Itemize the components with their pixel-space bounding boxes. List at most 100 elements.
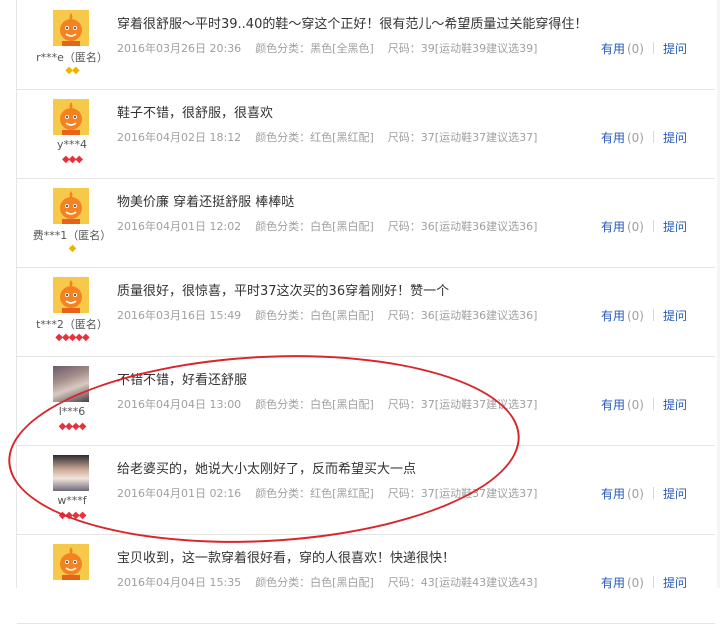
- useful-button[interactable]: 有用: [601, 309, 625, 323]
- avatar-mascot-icon[interactable]: [53, 99, 89, 135]
- reviewer-name: r***e（匿名）: [36, 51, 108, 64]
- divider: [652, 309, 654, 321]
- review-date: 2016年03月26日 20:36: [117, 42, 242, 55]
- gem-icon: ◆: [65, 510, 73, 521]
- reputation-badges: ◆◆: [17, 65, 127, 77]
- gem-icon: ◆: [72, 65, 80, 76]
- ask-question-button[interactable]: 提问: [663, 487, 687, 501]
- review-text: 穿着很舒服～平时39..40的鞋～穿这个正好！很有范儿～希望质量过关能穿得住！: [117, 17, 588, 32]
- gem-icon: ◆: [78, 421, 87, 432]
- gem-icon: ◆: [61, 154, 70, 165]
- review-color-class: 颜色分类：白色[黑白配]: [255, 398, 374, 411]
- divider: [652, 131, 654, 143]
- useful-count: (0): [626, 487, 644, 501]
- review-date: 2016年04月04日 13:00: [117, 398, 242, 411]
- useful-button[interactable]: 有用: [601, 220, 625, 234]
- divider: [652, 220, 654, 232]
- reviewer-info: l***6 ◆◆◆◆: [17, 356, 127, 445]
- divider: [652, 487, 654, 499]
- reviewer-info: r***e（匿名） ◆◆: [17, 0, 127, 89]
- review-row: w***f ◆◆◆◆ 给老婆买的，她说大小太刚好了，反而希望买大一点 2016年04月…: [17, 445, 715, 535]
- review-row: l***6 ◆◆◆◆ 不错不错，好看还舒服 2016年04月04日 13:00 颜色分类…: [17, 356, 715, 446]
- avatar-mascot-icon[interactable]: [53, 277, 89, 313]
- review-text: 给老婆买的，她说大小太刚好了，反而希望买大一点: [117, 462, 417, 477]
- gem-icon: ◆: [78, 510, 87, 521]
- review-actions: 有用 (0) 提问: [601, 396, 687, 413]
- review-meta: 2016年04月02日 18:12 颜色分类：红色[黑红配] 尺码：37[运动鞋37…: [117, 129, 551, 145]
- useful-button[interactable]: 有用: [601, 487, 625, 501]
- review-text: 质量很好，很惊喜，平时37这次买的36穿着刚好！赞一个: [117, 284, 450, 299]
- review-meta: 2016年04月01日 02:16 颜色分类：红色[黑红配] 尺码：37[运动鞋37…: [117, 485, 551, 501]
- reputation-badges: ◆◆◆: [17, 154, 127, 166]
- ask-question-button[interactable]: 提问: [663, 42, 687, 56]
- review-text: 不错不错，好看还舒服: [117, 373, 248, 388]
- gem-icon: ◆: [61, 332, 70, 343]
- reviewer-info: [17, 534, 127, 623]
- reviewer-name: l***6: [58, 405, 86, 418]
- review-color-class: 颜色分类：红色[黑红配]: [255, 131, 374, 144]
- review-date: 2016年04月01日 12:02: [117, 220, 242, 233]
- reviewer-info: t***2（匿名） ◆◆◆◆◆: [17, 267, 127, 356]
- useful-count: (0): [626, 131, 644, 145]
- useful-count: (0): [626, 398, 644, 412]
- avatar-mascot-icon[interactable]: [53, 188, 89, 224]
- review-actions: 有用 (0) 提问: [601, 40, 687, 57]
- gem-icon: ◆: [55, 332, 63, 343]
- gem-icon: ◆: [72, 421, 80, 432]
- reputation-badges: ◆◆◆◆: [17, 510, 127, 522]
- reviewer-info: w***f ◆◆◆◆: [17, 445, 127, 534]
- review-text: 鞋子不错，很舒服，很喜欢: [117, 106, 274, 121]
- gem-icon: ◆: [75, 154, 83, 165]
- gem-icon: ◆: [65, 421, 73, 432]
- useful-count: (0): [626, 220, 644, 234]
- avatar-photo[interactable]: [53, 366, 89, 402]
- review-meta: 2016年03月16日 15:49 颜色分类：白色[黑白配] 尺码：36[运动鞋36…: [117, 307, 551, 323]
- reputation-badges: ◆◆◆◆◆: [17, 332, 127, 344]
- review-row: y***4 ◆◆◆ 鞋子不错，很舒服，很喜欢 2016年04月02日 18:12 颜色分…: [17, 89, 715, 179]
- review-size: 尺码：37[运动鞋37建议选37]: [387, 487, 538, 500]
- review-color-class: 颜色分类：白色[黑白配]: [255, 576, 374, 589]
- divider: [652, 576, 654, 588]
- review-size: 尺码：36[运动鞋36建议选36]: [387, 309, 538, 322]
- useful-button[interactable]: 有用: [601, 131, 625, 145]
- review-actions: 有用 (0) 提问: [601, 574, 687, 591]
- avatar-mascot-icon[interactable]: [53, 10, 89, 46]
- reviewer-name: w***f: [57, 494, 87, 507]
- review-date: 2016年04月02日 18:12: [117, 131, 242, 144]
- review-row: t***2（匿名） ◆◆◆◆◆ 质量很好，很惊喜，平时37这次买的36穿着刚好！赞一…: [17, 267, 715, 357]
- review-meta: 2016年03月26日 20:36 颜色分类：黑色[全黑色] 尺码：39[运动鞋39…: [117, 40, 551, 56]
- reviewer-name: 费***1（匿名）: [32, 229, 112, 242]
- review-date: 2016年04月01日 02:16: [117, 487, 242, 500]
- gem-icon: ◆: [65, 65, 73, 76]
- review-actions: 有用 (0) 提问: [601, 129, 687, 146]
- gem-icon: ◆: [82, 332, 90, 343]
- ask-question-button[interactable]: 提问: [663, 220, 687, 234]
- avatar-photo[interactable]: [53, 455, 89, 491]
- review-color-class: 颜色分类：黑色[全黑色]: [255, 42, 374, 55]
- review-size: 尺码：37[运动鞋37建议选37]: [387, 398, 538, 411]
- review-row: 宝贝收到，这一款穿着很好看，穿的人很喜欢！快递很快！ 2016年04月04日 15…: [17, 534, 715, 624]
- reputation-badges: ◆: [17, 243, 127, 255]
- review-size: 尺码：36[运动鞋36建议选36]: [387, 220, 538, 233]
- review-row: r***e（匿名） ◆◆ 穿着很舒服～平时39..40的鞋～穿这个正好！很有范儿～希…: [17, 0, 715, 90]
- review-size: 尺码：39[运动鞋39建议选39]: [387, 42, 538, 55]
- review-size: 尺码：43[运动鞋43建议选43]: [387, 576, 538, 589]
- review-color-class: 颜色分类：红色[黑红配]: [255, 487, 374, 500]
- review-actions: 有用 (0) 提问: [601, 218, 687, 235]
- review-list: r***e（匿名） ◆◆ 穿着很舒服～平时39..40的鞋～穿这个正好！很有范儿～希…: [16, 0, 715, 624]
- review-meta: 2016年04月01日 12:02 颜色分类：白色[黑白配] 尺码：36[运动鞋36…: [117, 218, 551, 234]
- gem-icon: ◆: [68, 243, 77, 254]
- useful-count: (0): [626, 309, 644, 323]
- ask-question-button[interactable]: 提问: [663, 398, 687, 412]
- ask-question-button[interactable]: 提问: [663, 309, 687, 323]
- gem-icon: ◆: [72, 510, 80, 521]
- reputation-badges: ◆◆◆◆: [17, 421, 127, 433]
- reviewer-info: y***4 ◆◆◆: [17, 89, 127, 178]
- avatar-mascot-icon[interactable]: [53, 544, 89, 580]
- ask-question-button[interactable]: 提问: [663, 131, 687, 145]
- review-actions: 有用 (0) 提问: [601, 485, 687, 502]
- review-color-class: 颜色分类：白色[黑白配]: [255, 309, 374, 322]
- useful-button[interactable]: 有用: [601, 398, 625, 412]
- review-size: 尺码：37[运动鞋37建议选37]: [387, 131, 538, 144]
- useful-button[interactable]: 有用: [601, 42, 625, 56]
